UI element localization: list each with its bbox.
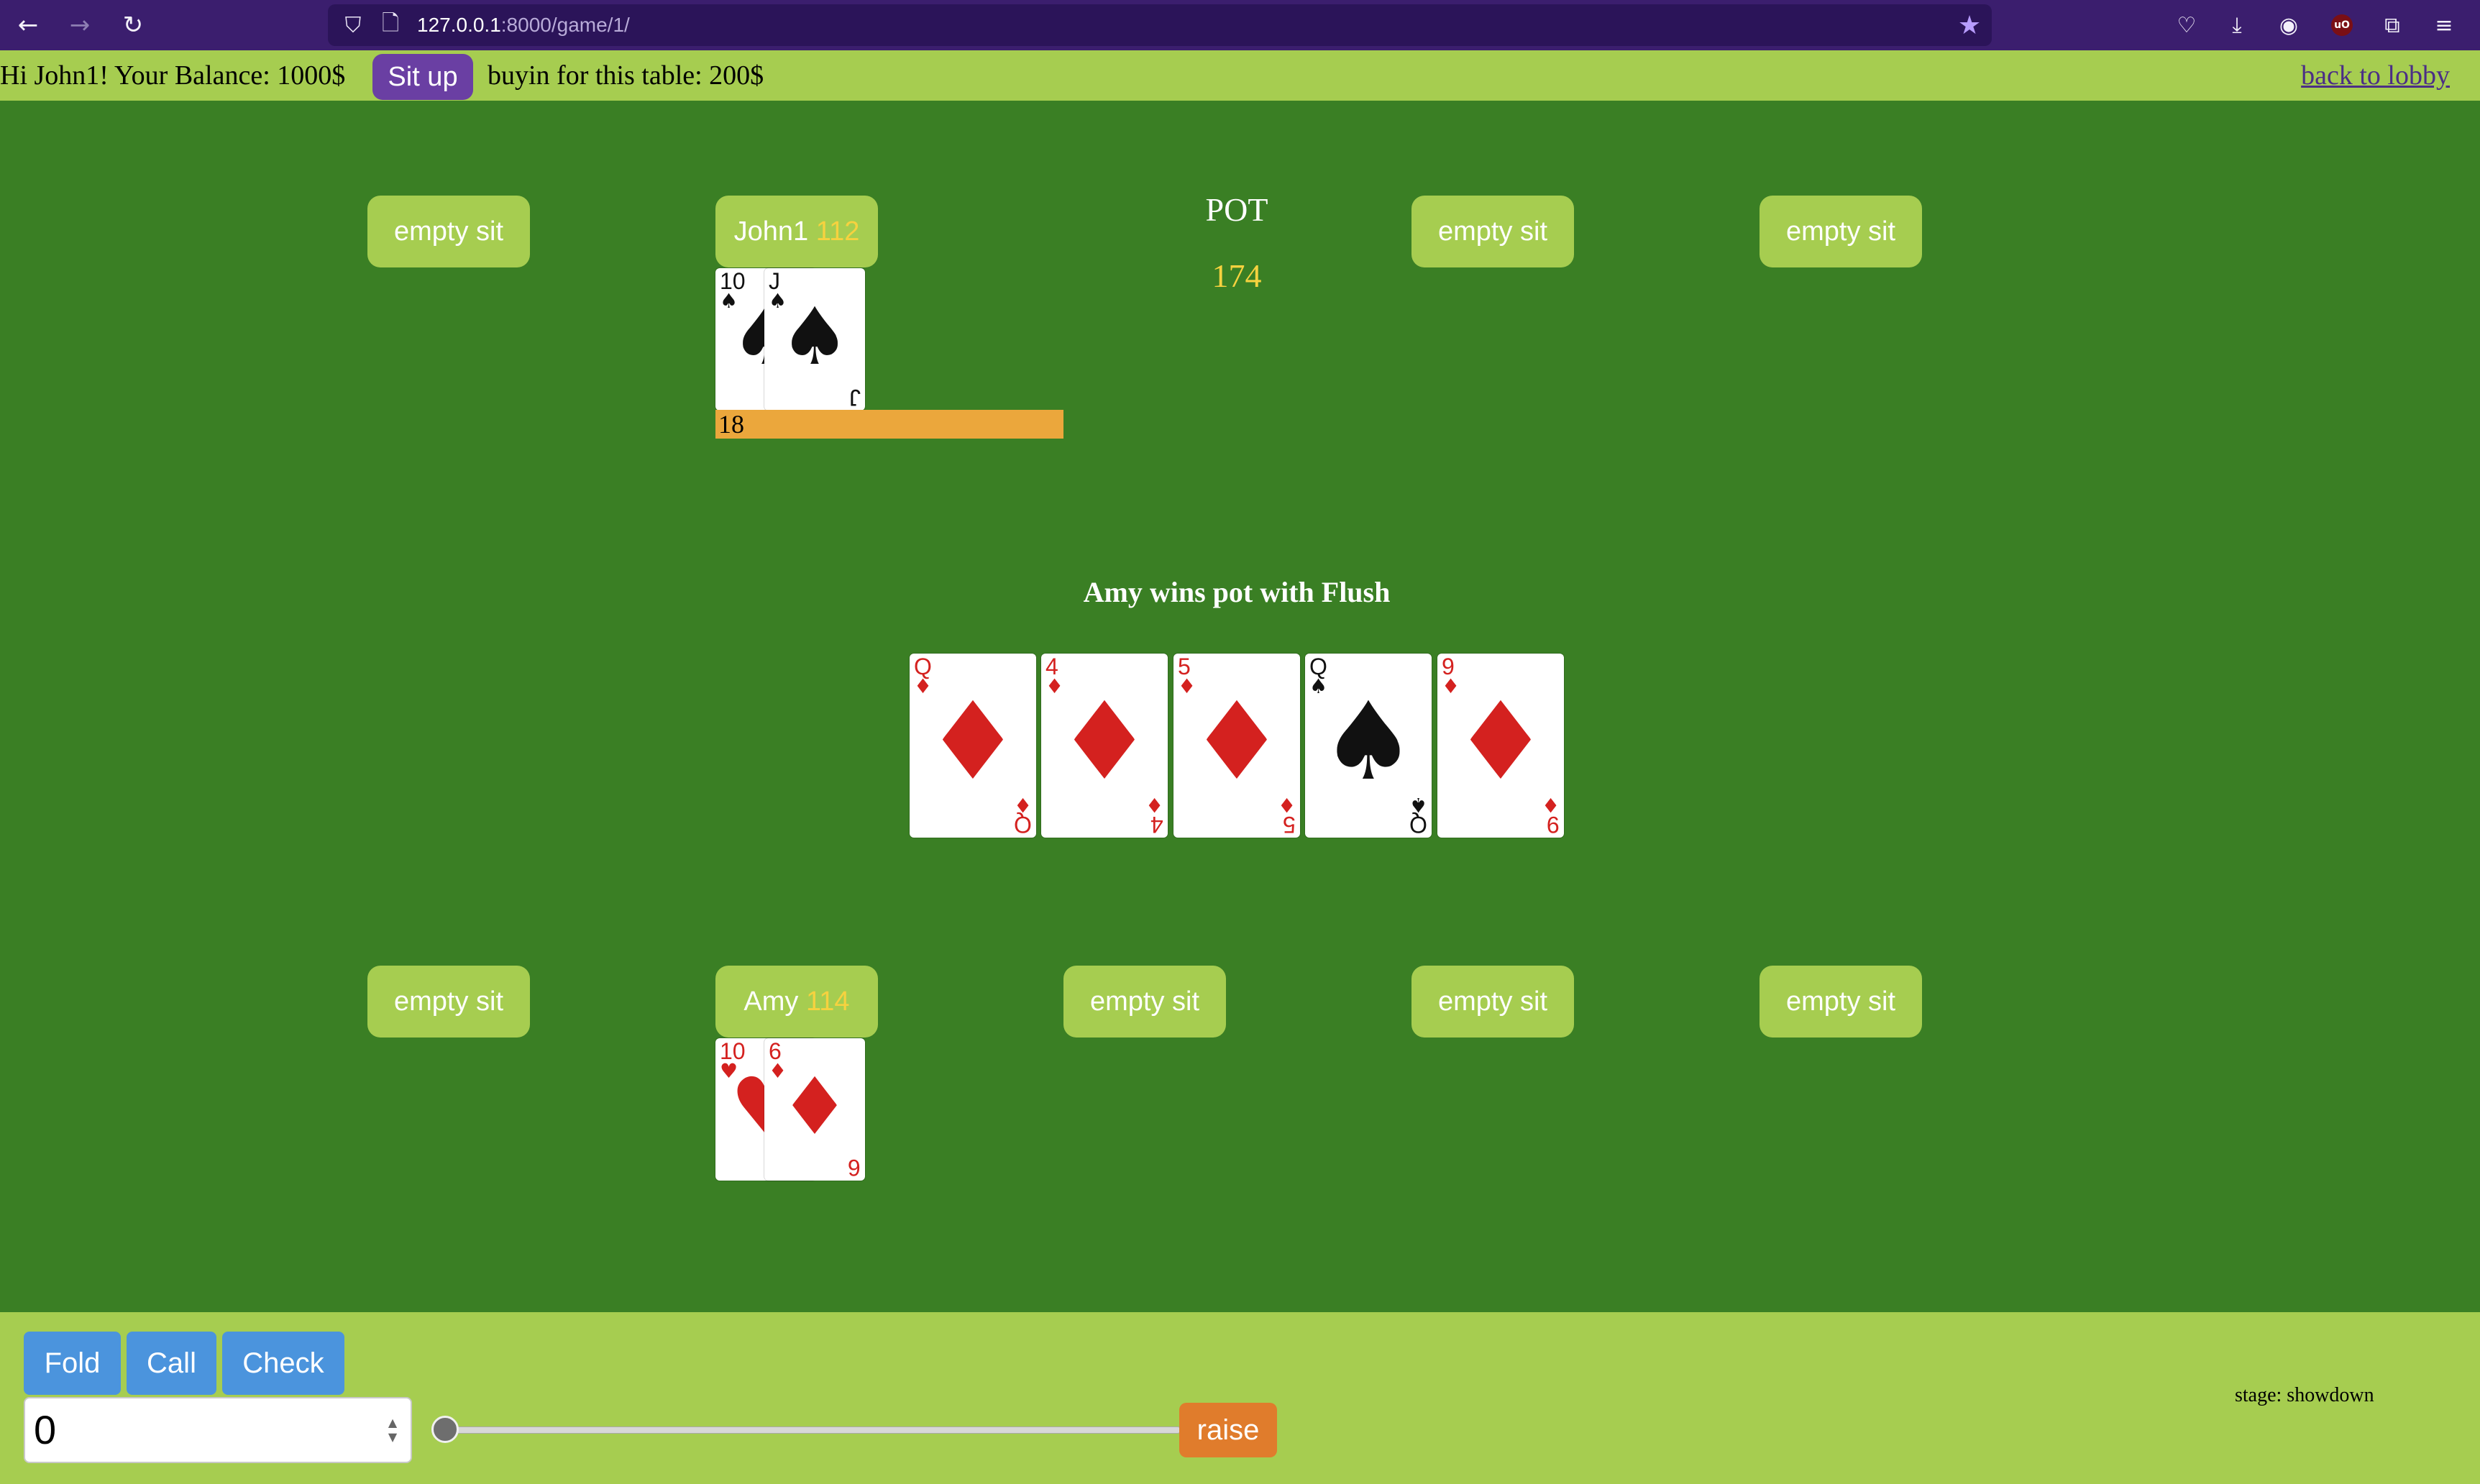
back-icon[interactable]: ← [10,7,46,43]
board-card-5: 9 ♦ ♦ ♦ 9 [1437,654,1564,838]
empty-seat[interactable]: empty sit [1411,966,1574,1038]
url-host: 127.0.0.1 [417,14,501,36]
card-rank-corner: Q [1014,812,1032,838]
board-card-1: Q ♦ ♦ ♦ Q [910,654,1036,838]
card-rank-corner: Q [1409,812,1427,838]
address-bar[interactable]: ⛉ 🗋 127.0.0.1:8000/game/1/ ★ [328,4,1992,46]
call-button[interactable]: Call [127,1332,216,1395]
diamond-suit-icon: ♦ [1056,679,1153,805]
board-card-4: Q ♠ ♠ ♠ Q [1305,654,1432,838]
action-panel: Fold Call Check 0 ▲ ▼ raise stage: showdo… [0,1312,2480,1484]
diamond-suit-icon: ♦ [924,679,1022,805]
browser-toolbar: ← → ↻ ⛉ 🗋 127.0.0.1:8000/game/1/ ★ ♡ ⤓ ◉… [0,0,2480,50]
card-rank-corner: 4 [1150,812,1163,838]
player-seat-amy[interactable]: Amy 114 [715,966,878,1038]
forward-icon[interactable]: → [62,7,98,43]
pot-label: POT [1205,191,1268,228]
playing-card: J ♠ ♠ J [764,268,865,411]
stage-indicator: stage: showdown [2235,1384,2374,1406]
fold-button[interactable]: Fold [24,1332,121,1395]
diamond-suit-icon: ♦ [1188,679,1286,805]
balance-greeting: Hi John1! Your Balance: 1000$ [0,60,346,91]
raise-slider[interactable] [431,1426,1181,1434]
card-rank-corner: 6 [848,1155,861,1181]
empty-seat[interactable]: empty sit [1760,196,1922,267]
spinner-arrows-icon[interactable]: ▲ ▼ [382,1416,403,1444]
diamond-suit-icon: ♦ [779,1061,851,1153]
url-text[interactable]: 127.0.0.1:8000/game/1/ [417,4,630,46]
account-icon[interactable]: ◉ [2271,7,2307,43]
empty-seat[interactable]: empty sit [1760,966,1922,1038]
player-chips: 114 [805,986,850,1017]
download-icon[interactable]: ⤓ [2219,7,2255,43]
card-rank-corner: 9 [1547,812,1560,838]
player-seat-john1[interactable]: John1 112 [715,196,878,267]
page-icon: 🗋 [381,10,400,36]
check-button[interactable]: Check [222,1332,344,1395]
spade-suit-icon: ♠ [779,290,851,383]
reload-icon[interactable]: ↻ [115,7,151,43]
bet-amount-bar: 18 [715,410,1063,439]
back-to-lobby-link[interactable]: back to lobby [2301,50,2450,101]
diamond-suit-icon: ♦ [1452,679,1550,805]
menu-icon[interactable]: ≡ [2426,7,2462,43]
raise-button[interactable]: raise [1179,1403,1277,1457]
player-name: John1 [733,216,809,247]
empty-seat[interactable]: empty sit [1411,196,1574,267]
raise-amount-value: 0 [34,1407,57,1452]
ublock-icon[interactable]: uO [2324,7,2360,43]
raise-amount-input[interactable]: 0 ▲ ▼ [24,1397,412,1463]
player-name: Amy [743,986,799,1017]
card-rank-corner: J [849,385,861,411]
playing-card: 6 ♦ ♦ 6 [764,1038,865,1181]
star-icon[interactable]: ★ [1951,7,1987,43]
board-card-3: 5 ♦ ♦ ♦ 5 [1173,654,1300,838]
extensions-icon[interactable]: ⧉ [2374,7,2410,43]
url-path: :8000/game/1/ [500,14,630,36]
info-bar: Hi John1! Your Balance: 1000$ Sit up buy… [0,50,2480,101]
empty-seat[interactable]: empty sit [367,966,530,1038]
pot-value: 174 [1212,257,1262,294]
raise-slider-thumb[interactable] [431,1416,459,1443]
sit-up-button[interactable]: Sit up [372,54,473,100]
empty-seat[interactable]: empty sit [1063,966,1226,1038]
pocket-icon[interactable]: ♡ [2169,7,2205,43]
shield-icon[interactable]: ⛉ [335,7,371,43]
result-message: Amy wins pot with Flush [1083,576,1391,608]
player-chips: 112 [815,216,860,247]
empty-seat[interactable]: empty sit [367,196,530,267]
buyin-text: buyin for this table: 200$ [488,60,764,91]
spade-suit-icon: ♠ [1319,679,1417,805]
card-rank-corner: 5 [1283,812,1296,838]
board-card-2: 4 ♦ ♦ ♦ 4 [1041,654,1168,838]
